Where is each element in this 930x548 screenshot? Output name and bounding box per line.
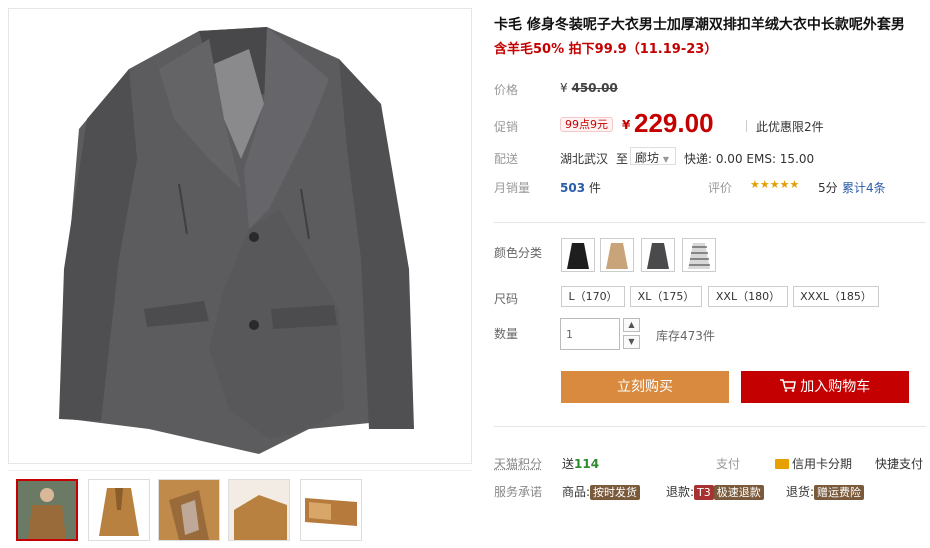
divider (494, 426, 926, 427)
color-swatch-black[interactable] (561, 238, 595, 272)
service-refund-label: 退款: (666, 485, 695, 499)
t3-badge: T3 (694, 485, 714, 500)
points-send: 送 (562, 457, 575, 471)
service-refund: 退款: T3 极速退款 (666, 483, 764, 500)
color-swatch-grey[interactable] (641, 238, 675, 272)
ship-to-value: 廊坊 (635, 151, 660, 165)
fast-refund-badge[interactable]: 极速退款 (713, 485, 764, 500)
service-goods-label: 商品: (562, 485, 591, 499)
divider (746, 120, 747, 132)
size-option-xxxl[interactable]: XXXL（185） (793, 286, 879, 307)
payment-label: 支付 (716, 457, 741, 471)
credit-card-icon (775, 459, 789, 469)
return-insurance-badge[interactable]: 赠运费险 (814, 485, 865, 500)
sales-count-value: 503 (560, 181, 586, 195)
promo-currency: ¥ (622, 118, 631, 132)
size-option-l[interactable]: L（170） (561, 286, 625, 307)
shipping-label: 配送 (494, 152, 519, 166)
original-price-value: 450.00 (571, 81, 618, 95)
points-number: 114 (574, 457, 600, 471)
reviews-link[interactable]: 累计4条 (842, 179, 886, 196)
quantity-input[interactable] (560, 318, 620, 350)
sales-unit: 件 (588, 181, 601, 195)
promo-limit: 此优惠限2件 (756, 120, 824, 134)
thumbnail-strip (8, 470, 472, 548)
on-time-delivery-badge[interactable]: 按时发货 (590, 485, 641, 500)
color-swatch-camel[interactable] (600, 238, 634, 272)
buy-now-button[interactable]: 立刻购买 (561, 371, 729, 403)
color-swatch-stripe[interactable] (682, 238, 716, 272)
thumbnail-1[interactable] (16, 479, 78, 541)
sales-count: 503 件 (560, 179, 601, 196)
service-goods: 商品: 按时发货 (562, 483, 641, 500)
price-label: 价格 (494, 83, 519, 97)
size-option-xl[interactable]: XL（175） (630, 286, 702, 307)
thumbnail-3[interactable] (158, 479, 220, 541)
points-label: 天猫积分 (494, 457, 543, 471)
credit-installment-label: 信用卡分期 (792, 457, 853, 471)
thumbnail-5[interactable] (300, 479, 362, 541)
shipping-fee: 快递: 0.00 EMS: 15.00 (684, 152, 815, 166)
add-to-cart-label: 加入购物车 (800, 379, 871, 395)
quantity-increment-button[interactable]: ▲ (623, 318, 640, 332)
color-label: 颜色分类 (494, 246, 543, 260)
credit-installment[interactable]: 信用卡分期 (775, 455, 852, 472)
size-option-xxl[interactable]: XXL（180） (708, 286, 788, 307)
promo-badge-text: 99点9元 (560, 117, 613, 132)
quantity-decrement-button[interactable]: ▼ (623, 335, 640, 349)
product-subtitle: 含羊毛50% 拍下99.9（11.19-23） (494, 42, 718, 57)
thumbnail-4[interactable] (228, 479, 290, 541)
points-value: 送114 (562, 455, 599, 472)
thumbnail-2[interactable] (88, 479, 150, 541)
service-return-label: 退货: (786, 485, 815, 499)
currency-symbol: ¥ (560, 81, 568, 95)
stock-count: 库存473件 (656, 329, 715, 343)
original-price: ¥ 450.00 (560, 81, 618, 95)
add-to-cart-button[interactable]: 加入购物车 (741, 371, 909, 403)
rating-stars-icon: ★★★★★ (750, 178, 800, 191)
promo-label: 促销 (494, 120, 519, 134)
service-return: 退货: 赠运费险 (786, 483, 865, 500)
promo-price: 229.00 (634, 108, 714, 138)
quick-pay[interactable]: 快捷支付 (875, 455, 923, 472)
size-label: 尺码 (494, 292, 519, 306)
sales-label: 月销量 (494, 181, 531, 195)
ship-to-select[interactable]: 廊坊 ▼ (630, 147, 676, 165)
divider (494, 222, 926, 223)
promo-badge: 99点9元 (560, 117, 613, 132)
quantity-label: 数量 (494, 327, 519, 341)
rating-score: 5分 (818, 181, 838, 195)
cart-icon (779, 379, 800, 395)
service-label: 服务承诺 (494, 485, 543, 499)
ship-to-word: 至 (616, 152, 629, 166)
main-product-image[interactable] (8, 8, 472, 464)
ship-from: 湖北武汉 (560, 152, 609, 166)
chevron-down-icon: ▼ (662, 155, 669, 164)
rating-label: 评价 (708, 181, 733, 195)
product-title: 卡毛 修身冬装呢子大衣男士加厚潮双排扣羊绒大衣中长款呢外套男 (494, 17, 905, 33)
